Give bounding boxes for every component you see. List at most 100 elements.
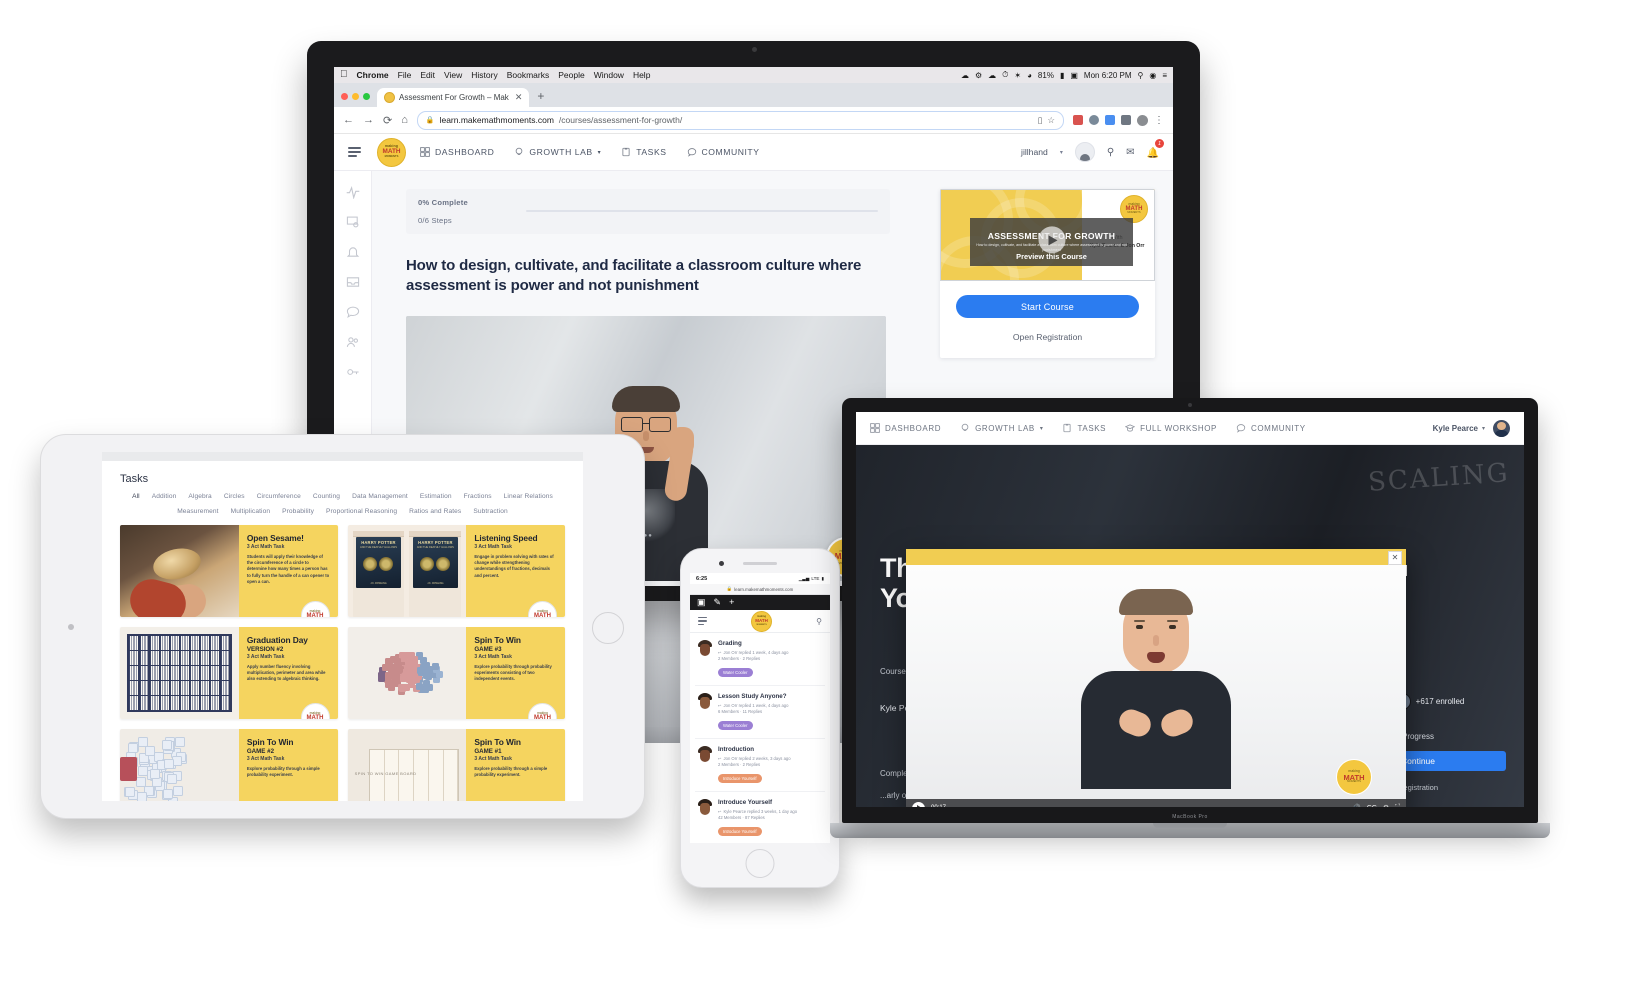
task-filter-subtraction[interactable]: Subtraction xyxy=(473,508,507,515)
window-traffic-lights[interactable] xyxy=(341,93,370,107)
forward-button[interactable]: → xyxy=(363,114,374,126)
ipad-home-button[interactable] xyxy=(592,612,624,644)
notifications-button[interactable]: 🔔 1 xyxy=(1147,143,1159,161)
modal-video-player[interactable]: making MATH MOMENTS 00:17 🔊 CC ⚙ xyxy=(906,565,1406,807)
volume-icon[interactable]: 🔊 xyxy=(1352,804,1361,807)
close-icon[interactable]: ✕ xyxy=(1388,551,1402,565)
chrome-menu-icon[interactable]: ⋮ xyxy=(1154,115,1164,126)
thread-category-badge[interactable]: Introduce Yourself xyxy=(718,827,762,835)
extension-icon-3[interactable] xyxy=(1105,115,1115,125)
menubar-item-people[interactable]: People xyxy=(558,70,584,80)
plus-icon[interactable]: + xyxy=(729,598,734,607)
nav-item-tasks[interactable]: TASKS xyxy=(1062,423,1106,433)
task-filter-circles[interactable]: Circles xyxy=(224,493,245,500)
thread-title[interactable]: Introduce Yourself xyxy=(718,799,823,806)
course-thumbnail[interactable]: making MATH MOMENTS With Kyle Pearce & J… xyxy=(940,189,1155,281)
thread-title[interactable]: Grading xyxy=(718,640,823,647)
nav-item-tasks[interactable]: TASKS xyxy=(621,147,666,157)
chevron-down-icon[interactable]: ▾ xyxy=(1482,425,1485,432)
timemachine-icon[interactable]: ⏱ xyxy=(1002,70,1008,80)
avatar[interactable] xyxy=(1493,420,1510,437)
open-registration-label[interactable]: Open Registration xyxy=(956,332,1139,342)
menu-toggle-icon[interactable] xyxy=(698,617,707,625)
thread-category-badge[interactable]: Water Cooler xyxy=(718,668,753,676)
wifi-icon[interactable]: ◕ xyxy=(1027,71,1032,80)
play-button-icon[interactable] xyxy=(912,802,925,808)
menubar-clock[interactable]: Mon 6:20 PM xyxy=(1084,71,1132,80)
task-filter-multiplication[interactable]: Multiplication xyxy=(231,508,271,515)
forum-thread-row[interactable]: Introduction ↩ Jon Orr replied 2 weeks, 3 … xyxy=(695,739,825,792)
menubar-item-bookmarks[interactable]: Bookmarks xyxy=(507,70,550,80)
gear-icon[interactable]: ⚙ xyxy=(975,71,982,80)
nav-item-community[interactable]: COMMUNITY xyxy=(1236,423,1306,433)
siri-icon[interactable]: ◉ xyxy=(1149,71,1156,80)
menubar-item-history[interactable]: History xyxy=(471,70,497,80)
task-filter-proportional-reasoning[interactable]: Proportional Reasoning xyxy=(326,508,397,515)
forum-thread-row[interactable]: Grading ↩ Jon Orr replied 1 week, 4 days a… xyxy=(695,633,825,686)
screenshot-icon[interactable]: ▣ xyxy=(1070,71,1078,80)
home-button[interactable]: ⌂ xyxy=(401,114,408,126)
forum-thread-row[interactable]: Introduce Yourself ↩ Kyle Pearce replied 3… xyxy=(695,792,825,843)
key-icon[interactable] xyxy=(346,365,360,379)
forum-thread-row[interactable]: Lesson Study Anyone? ↩ Jon Orr replied 1 w… xyxy=(695,686,825,739)
extension-icon-2[interactable] xyxy=(1089,115,1099,125)
dashboard-icon[interactable]: ▣ xyxy=(697,598,706,607)
task-filter-probability[interactable]: Probability xyxy=(282,508,314,515)
group-icon[interactable] xyxy=(346,335,360,349)
nav-item-dashboard[interactable]: DASHBOARD xyxy=(420,147,494,157)
nav-item-growth-lab[interactable]: GROWTH LAB ▾ xyxy=(960,423,1043,433)
chat-icon[interactable] xyxy=(346,305,360,319)
thread-category-badge[interactable]: Introduce Yourself xyxy=(718,774,762,782)
search-icon[interactable]: ⚲ xyxy=(816,617,822,626)
chrome-profile-avatar[interactable] xyxy=(1137,115,1148,126)
task-filter-all[interactable]: All xyxy=(132,493,140,500)
menubar-item-help[interactable]: Help xyxy=(633,70,650,80)
username-label[interactable]: Kyle Pearce xyxy=(1433,424,1478,433)
play-button-icon[interactable] xyxy=(1038,226,1065,253)
task-filter-linear-relations[interactable]: Linear Relations xyxy=(504,493,553,500)
extension-icon-1[interactable] xyxy=(1073,115,1083,125)
nav-item-growth-lab[interactable]: GROWTH LAB ▾ xyxy=(514,147,601,157)
fullscreen-icon[interactable]: ⛶ xyxy=(1395,804,1400,807)
minimize-window-button[interactable] xyxy=(352,93,359,100)
task-filter-algebra[interactable]: Algebra xyxy=(188,493,211,500)
settings-icon[interactable]: ⚙ xyxy=(1383,804,1389,807)
task-filter-ratios-and-rates[interactable]: Ratios and Rates xyxy=(409,508,461,515)
avatar[interactable] xyxy=(1075,142,1095,162)
task-card[interactable]: HARRY POTTER AND THE DEATHLY HALLOWS J.K. … xyxy=(348,525,566,617)
task-card[interactable]: Graduation Day VERSION #2 3 Act Math Task A… xyxy=(120,627,338,719)
task-card[interactable]: SPIN TO WIN GAME BOARD Spin To Win GAME #1… xyxy=(348,729,566,801)
task-card[interactable]: Spin To Win GAME #2 3 Act Math Task Explore… xyxy=(120,729,338,801)
extension-icon-4[interactable] xyxy=(1121,115,1131,125)
dropbox-icon[interactable]: ☁ xyxy=(961,71,969,80)
maximize-window-button[interactable] xyxy=(363,93,370,100)
thread-title[interactable]: Lesson Study Anyone? xyxy=(718,693,823,700)
certificate-icon[interactable] xyxy=(346,215,360,229)
nav-item-dashboard[interactable]: DASHBOARD xyxy=(870,423,941,433)
apple-logo-icon[interactable]:  xyxy=(340,70,348,80)
task-card[interactable]: Spin To Win GAME #3 3 Act Math Task Explore… xyxy=(348,627,566,719)
close-tab-icon[interactable]: ✕ xyxy=(515,92,523,103)
menubar-item-file[interactable]: File xyxy=(398,70,412,80)
menu-toggle-icon[interactable] xyxy=(348,147,361,156)
activity-icon[interactable] xyxy=(346,185,360,199)
close-window-button[interactable] xyxy=(341,93,348,100)
battery-icon[interactable]: ▮ xyxy=(1060,71,1064,80)
username-label[interactable]: jillhand xyxy=(1021,147,1048,157)
new-tab-button[interactable]: + xyxy=(537,89,544,107)
start-course-button[interactable]: Start Course xyxy=(956,295,1139,318)
task-filter-measurement[interactable]: Measurement xyxy=(177,508,218,515)
menubar-item-window[interactable]: Window xyxy=(594,70,624,80)
nav-item-full-workshop[interactable]: FULL WORKSHOP xyxy=(1125,423,1217,433)
site-logo[interactable]: making MATH MOMENTS xyxy=(377,138,406,167)
search-icon[interactable]: ⚲ xyxy=(1107,147,1114,158)
iphone-address-bar[interactable]: 🔒 learn.makemathmoments.com xyxy=(690,584,830,595)
preview-course-label[interactable]: Preview this Course xyxy=(970,252,1133,261)
search-icon[interactable]: ⚲ xyxy=(1137,71,1143,80)
bell-icon[interactable] xyxy=(346,245,360,259)
menubar-item-view[interactable]: View xyxy=(444,70,462,80)
modal-video-controls[interactable]: 00:17 🔊 CC ⚙ ⛶ xyxy=(906,799,1406,807)
task-filter-data-management[interactable]: Data Management xyxy=(352,493,408,500)
captions-icon[interactable]: CC xyxy=(1367,805,1377,808)
task-filter-fractions[interactable]: Fractions xyxy=(464,493,492,500)
